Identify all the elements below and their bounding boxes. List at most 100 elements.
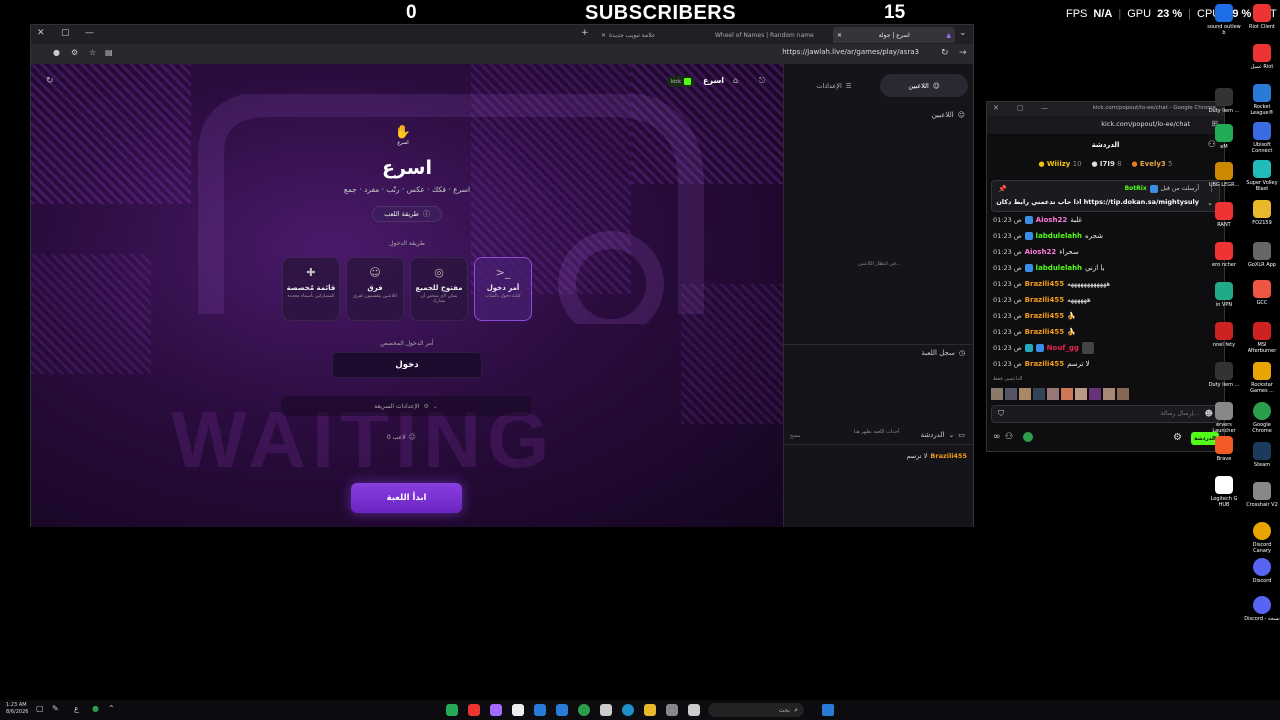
avatar[interactable] [1033, 388, 1045, 400]
desktop-icon[interactable]: ervers Launcher [1206, 402, 1242, 436]
reload-icon[interactable]: ↻ [941, 48, 949, 58]
desktop-icon[interactable]: Riot Client [1244, 4, 1280, 44]
exit-icon[interactable]: ⎋ [759, 76, 765, 86]
tab-search-icon[interactable]: ⌄ [959, 28, 967, 38]
bookmark-icon[interactable]: ☆ [89, 48, 96, 57]
tab-asra3[interactable]: ✕ اسرع | جولة ▲ [833, 27, 955, 43]
desktop-icon[interactable]: Logitech G HUB [1206, 476, 1242, 516]
chat-user[interactable]: labdulelahh [1036, 232, 1082, 240]
avatar[interactable] [1075, 388, 1087, 400]
entry-card-command[interactable]: >_ أمر دخول كتابة دخول بالشات [474, 257, 532, 321]
desktop-icon[interactable]: Duty liem ... [1206, 362, 1242, 402]
desktop-icon[interactable]: ero ncher [1206, 242, 1242, 282]
desktop-icon[interactable]: Rockstar Games ... [1244, 362, 1280, 402]
clock[interactable]: 1:23 AM 8/6/2026 [6, 702, 28, 716]
close-window-icon[interactable]: ✕ [37, 28, 45, 38]
avatar[interactable] [1117, 388, 1129, 400]
chat-clear-button[interactable]: مسح [790, 433, 800, 439]
close-tab-icon[interactable]: ✕ [837, 32, 842, 39]
chrome-icon[interactable] [578, 704, 590, 716]
kick-icon[interactable] [1023, 432, 1033, 442]
chat-user[interactable]: Brazili455 [1025, 280, 1064, 288]
tab-players[interactable]: اللاعبين ☺ [880, 74, 968, 97]
entry-card-teams[interactable]: ☺ فرق اللاعبين يتقسمون لفرق [346, 257, 404, 321]
taskbar-app-icon[interactable] [534, 704, 546, 716]
command-input[interactable]: دخول [332, 352, 482, 378]
entry-card-open[interactable]: ◎ مفتوح للجميع يمكن لأي شخص أن يشارك [410, 257, 468, 321]
desktop-icon[interactable]: sound outlew b [1206, 4, 1242, 88]
chat-user[interactable]: Nouf_gg [1047, 344, 1079, 352]
taskbar-app-icon[interactable] [600, 704, 612, 716]
restore-window-icon[interactable]: ▢ [1017, 104, 1024, 112]
chat-user[interactable]: Aiosh22 [1036, 216, 1068, 224]
edit-icon[interactable]: ✎ [52, 704, 59, 713]
reader-icon[interactable]: ▤ [105, 48, 113, 57]
tab-wheel-of-names[interactable]: Wheel of Names | Random name [711, 27, 831, 43]
desktop-icon[interactable]: Steam [1244, 442, 1280, 482]
desktop-icon[interactable]: RANT [1206, 202, 1242, 242]
desktop-icon[interactable]: eM [1206, 124, 1242, 162]
desktop-icon[interactable]: Crosshair V2 [1244, 482, 1280, 522]
taskbar-app-icon[interactable] [468, 704, 480, 716]
settings-icon[interactable]: ⚙ [1173, 432, 1182, 443]
close-window-icon[interactable]: ✕ [993, 104, 999, 112]
extensions-icon[interactable]: ⚇ [1005, 432, 1013, 442]
start-icon[interactable] [822, 704, 834, 716]
url-field[interactable]: https://jawlah.live/ar/games/play/asra3 [782, 48, 919, 56]
desktop-icon[interactable]: Rocket League® [1244, 84, 1280, 122]
minimize-window-icon[interactable]: — [1041, 104, 1048, 112]
desktop-icon[interactable]: Super Volley Blast [1244, 160, 1280, 200]
chat-user[interactable]: Aiosh22 [1025, 248, 1057, 256]
avatar[interactable] [1047, 388, 1059, 400]
profile-icon[interactable]: ● [53, 48, 60, 57]
forward-icon[interactable]: → [959, 48, 967, 58]
desktop-icon[interactable]: Discord Canary [1244, 522, 1280, 558]
mic-icon[interactable]: ● [92, 704, 99, 713]
file-explorer-icon[interactable] [644, 704, 656, 716]
desktop-icon[interactable]: Duty liem ... [1206, 88, 1242, 124]
desktop-icon[interactable]: عميل Riot [1244, 44, 1280, 84]
chat-user[interactable]: Brazili455 [1025, 296, 1064, 304]
notification-icon[interactable]: ▢ [36, 704, 44, 713]
link-icon[interactable]: ∞ [993, 432, 1001, 442]
start-game-button[interactable]: ابدأ اللعبة [351, 483, 462, 513]
tab-settings[interactable]: الإعدادات ☰ [790, 74, 878, 97]
avatar[interactable] [1089, 388, 1101, 400]
chat-url[interactable]: kick.com/popout/lo-ee/chat [1101, 120, 1190, 128]
chat-user[interactable]: Brazili455 [1025, 328, 1064, 336]
how-to-play-button[interactable]: طريقة اللعب ⓘ [372, 206, 442, 222]
desktop-icon[interactable]: GCC [1244, 280, 1280, 322]
desktop-icon[interactable]: MSI Afterburner [1244, 322, 1280, 362]
home-icon[interactable]: ⌂ [733, 76, 738, 85]
restore-window-icon[interactable]: ▢ [61, 28, 70, 38]
desktop-icon[interactable]: in VPN [1206, 282, 1242, 322]
chat-user[interactable]: Brazili455 [1025, 360, 1064, 368]
taskbar-app-icon[interactable] [490, 704, 502, 716]
desktop-icon[interactable]: Ubisoft Connect [1244, 122, 1280, 160]
close-tab-icon[interactable]: ✕ [601, 32, 606, 39]
desktop-icon[interactable]: Discord [1244, 558, 1280, 596]
avatar[interactable] [991, 388, 1003, 400]
avatar[interactable] [1019, 388, 1031, 400]
tab-new-tab[interactable]: ✕ علامة تبويب جديدة [597, 27, 707, 43]
desktop-icon[interactable]: FO2159 [1244, 200, 1280, 242]
extensions-icon[interactable]: ⚙ [71, 48, 78, 57]
desktop-icon[interactable]: GoXLR App [1244, 242, 1280, 280]
chat-user[interactable]: labdulelahh [1036, 264, 1082, 272]
taskbar-app-icon[interactable] [556, 704, 568, 716]
taskbar-app-icon[interactable] [446, 704, 458, 716]
taskbar-app-icon[interactable] [688, 704, 700, 716]
refresh-icon[interactable]: ↻ [46, 76, 54, 86]
avatar[interactable] [1061, 388, 1073, 400]
new-tab-icon[interactable]: + [581, 28, 589, 38]
entry-card-custom-list[interactable]: ✚ قائمة مُخصصة المشاركين بأسماء محددة [282, 257, 340, 321]
language-icon[interactable]: ع [74, 704, 79, 713]
desktop-icon[interactable]: Google Chrome [1244, 402, 1280, 442]
desktop-icon[interactable]: Brave [1206, 436, 1242, 476]
chat-input-box[interactable]: إرسال رسالة... ☻ ⛉ [991, 405, 1220, 423]
avatar[interactable] [1103, 388, 1115, 400]
chat-user[interactable]: Brazili455 [1025, 312, 1064, 320]
taskbar-app-icon[interactable] [512, 704, 524, 716]
desktop-icon[interactable]: nnel fety [1206, 322, 1242, 362]
minimize-window-icon[interactable]: — [85, 28, 94, 38]
